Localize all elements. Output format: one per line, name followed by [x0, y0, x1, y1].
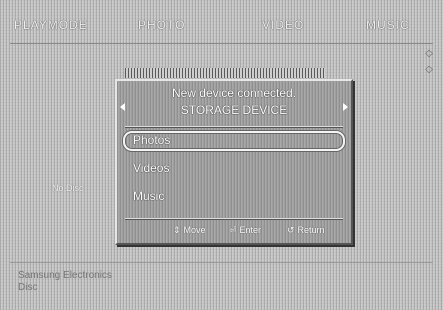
dialog-subtitle: STORAGE DEVICE [180, 103, 288, 117]
hint-move: ⇕ Move [173, 225, 206, 236]
menu-item-music[interactable]: Music [123, 187, 345, 207]
bottom-divider [10, 262, 433, 263]
hint-label: Return [297, 225, 325, 235]
disc-status-label: No Disc [52, 183, 84, 193]
top-divider [10, 43, 433, 44]
updown-arrows-icon: ⇕ [173, 225, 181, 235]
tab-photo[interactable]: PHOTO [138, 18, 185, 32]
footer-line: Samsung Electronics [18, 270, 112, 281]
divider [125, 126, 343, 127]
footer-info: Samsung Electronics Disc [18, 270, 112, 294]
background-banner [125, 68, 325, 78]
hint-enter: ⏎ Enter [229, 225, 261, 236]
top-tab-bar: PLAYMODE PHOTO VIDEO MUSIC [0, 18, 443, 38]
footer-line: Disc [18, 282, 38, 293]
dialog-header: New device connected. STORAGE DEVICE [117, 85, 351, 119]
side-indicator-icon: ◇ [425, 48, 433, 59]
menu-item-videos[interactable]: Videos [123, 159, 345, 179]
return-icon: ↺ [287, 225, 295, 235]
menu-item-photos[interactable]: Photos [123, 131, 345, 151]
enter-icon: ⏎ [229, 225, 237, 235]
side-indicator-icon: ◇ [425, 64, 433, 75]
key-hints: ⇕ Move ⏎ Enter ↺ Return [117, 225, 351, 239]
hint-label: Enter [239, 225, 262, 235]
dialog-title: New device connected. [171, 86, 297, 100]
tab-playmode[interactable]: PLAYMODE [14, 18, 88, 32]
hint-return: ↺ Return [287, 225, 325, 236]
hint-label: Move [183, 225, 206, 235]
device-connected-dialog: New device connected. STORAGE DEVICE Pho… [115, 79, 353, 245]
tab-music[interactable]: MUSIC [366, 18, 410, 32]
tab-video[interactable]: VIDEO [262, 18, 304, 32]
divider [125, 218, 343, 219]
